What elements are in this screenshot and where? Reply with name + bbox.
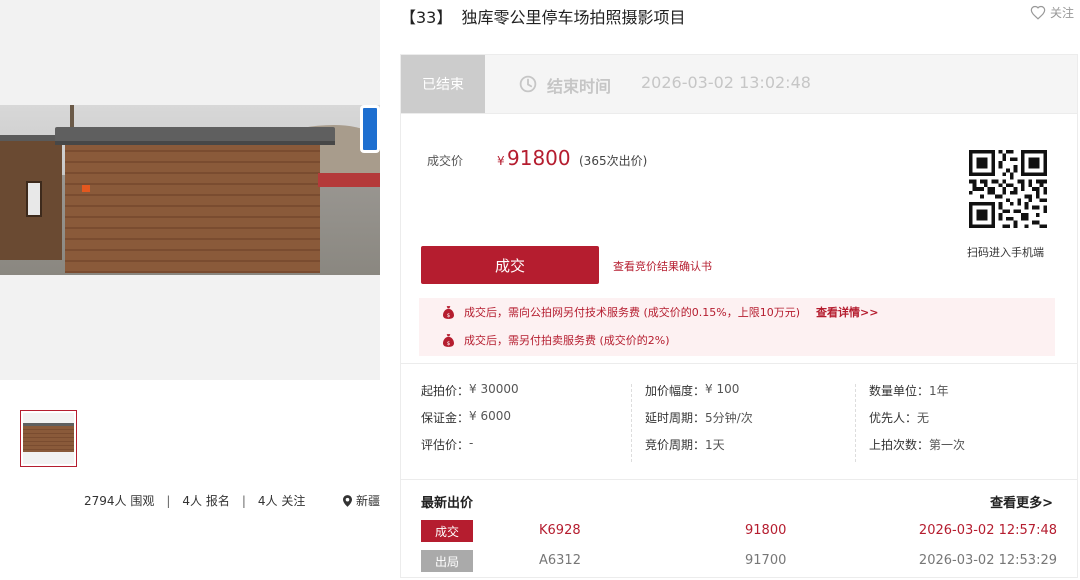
- end-time-label: 结束时间: [547, 77, 612, 96]
- title-text: 独库零公里停车场拍照摄影项目: [461, 8, 686, 27]
- deposit-label: 保证金：: [421, 411, 470, 425]
- bidder-id: K6928: [539, 523, 581, 538]
- extension-value: 5分钟/次: [705, 411, 753, 425]
- status-badge: 已结束: [401, 55, 485, 113]
- currency-symbol: ¥: [497, 154, 505, 168]
- money-bag-icon: $: [443, 333, 454, 347]
- final-price-value: 91800: [507, 146, 571, 170]
- location-pin-icon: [342, 494, 352, 507]
- bid-status-badge: 出局: [421, 550, 473, 572]
- follow-button[interactable]: 关注: [1030, 4, 1074, 21]
- deal-button[interactable]: 成交: [421, 246, 599, 284]
- fee-notice: $ 成交后，需向公拍网另付技术服务费 (成交价的0.15%，上限10万元) 查看…: [419, 298, 1055, 356]
- auction-status-bar: 已结束 结束时间 2026-03-02 13:02:48: [400, 54, 1078, 114]
- info-column-2: 加价幅度： ¥ 100 延时周期： 5分钟/次 竞价周期： 1天: [645, 382, 753, 463]
- end-time-value: 2026-03-02 13:02:48: [641, 73, 811, 92]
- auction-fee-notice: $ 成交后，需另付拍卖服务费 (成交价的2%): [443, 332, 670, 348]
- table-row: 出局 A6312 91700 2026-03-02 12:53:29: [421, 550, 1061, 574]
- unit-value: 1年: [929, 384, 949, 398]
- bid-time: 2026-03-02 12:53:29: [918, 553, 1057, 568]
- final-price-label: 成交价: [427, 154, 464, 168]
- price-panel: 成交价 ¥ 91800 (365次出价) 扫码进入手机端 成交 查看竞价结果确认…: [400, 114, 1078, 364]
- clock-icon: [519, 75, 537, 93]
- bid-amount: 91700: [745, 553, 787, 568]
- tech-fee-notice: $ 成交后，需向公拍网另付技术服务费 (成交价的0.15%，上限10万元) 查看…: [443, 304, 878, 320]
- priority-value: 无: [917, 411, 930, 425]
- follows-count: 4人 关注: [257, 494, 306, 508]
- appraisal-label: 评估价：: [421, 438, 470, 452]
- tech-fee-text: 成交后，需向公拍网另付技术服务费 (成交价的0.15%，上限10万元): [464, 306, 801, 319]
- view-confirmation-link[interactable]: 查看竞价结果确认书: [613, 258, 712, 274]
- appraisal-value: -: [469, 436, 474, 450]
- bidding-period-value: 1天: [705, 438, 725, 452]
- increment-value: ¥ 100: [705, 382, 740, 396]
- main-product-image[interactable]: [0, 0, 380, 380]
- item-title: 【33】 独库零公里停车场拍照摄影项目: [400, 4, 685, 28]
- latest-bids-title: 最新出价: [421, 496, 474, 511]
- unit-label: 数量单位：: [869, 384, 930, 398]
- bidding-period-label: 竞价周期：: [645, 438, 706, 452]
- extension-label: 延时周期：: [645, 411, 706, 425]
- bid-time: 2026-03-02 12:57:48: [918, 523, 1057, 538]
- views-count: 2794人 围观: [84, 494, 155, 508]
- svg-text:$: $: [447, 313, 451, 319]
- bid-count: (365次出价): [579, 154, 648, 168]
- svg-text:$: $: [447, 341, 451, 347]
- priority-label: 优先人：: [869, 411, 918, 425]
- increment-label: 加价幅度：: [645, 384, 706, 398]
- bidder-id: A6312: [539, 553, 581, 568]
- lot-number: 【33】: [400, 8, 453, 27]
- auction-fee-text: 成交后，需另付拍卖服务费 (成交价的2%): [464, 334, 670, 347]
- info-column-1: 起拍价： ¥ 30000 保证金： ¥ 6000 评估价： -: [421, 382, 519, 463]
- heart-icon: [1030, 5, 1046, 20]
- view-more-link[interactable]: 查看更多>: [990, 492, 1053, 511]
- shed-photo: [0, 105, 380, 275]
- follow-label: 关注: [1049, 6, 1074, 20]
- start-price-label: 起拍价：: [421, 384, 470, 398]
- bid-amount: 91800: [745, 523, 787, 538]
- money-bag-icon: $: [443, 305, 454, 319]
- info-column-3: 数量单位： 1年 优先人：无 上拍次数： 第一次: [869, 382, 965, 463]
- qr-code-icon[interactable]: [969, 150, 1047, 228]
- auction-info: 起拍价： ¥ 30000 保证金： ¥ 6000 评估价： - 加价幅度： ¥ 100 …: [400, 364, 1078, 480]
- signups-count: 4人 报名: [182, 494, 230, 508]
- qr-caption: 扫码进入手机端: [967, 246, 1044, 259]
- fee-details-link[interactable]: 查看详情>>: [816, 304, 878, 320]
- listing-count-value: 第一次: [929, 438, 966, 452]
- thumbnail-image[interactable]: [20, 410, 77, 467]
- location-label: 新疆: [355, 494, 380, 508]
- table-row: 成交 K6928 91800 2026-03-02 12:57:48: [421, 520, 1061, 544]
- latest-bids: 最新出价 查看更多> 成交 K6928 91800 2026-03-02 12:…: [400, 480, 1078, 578]
- deposit-value: ¥ 6000: [469, 409, 512, 423]
- listing-count-label: 上拍次数：: [869, 438, 930, 452]
- location: 新疆: [342, 492, 380, 509]
- item-stats: 2794人 围观 | 4人 报名 | 4人 关注 新疆: [84, 492, 380, 509]
- bid-status-badge: 成交: [421, 520, 473, 542]
- start-price-value: ¥ 30000: [469, 382, 519, 396]
